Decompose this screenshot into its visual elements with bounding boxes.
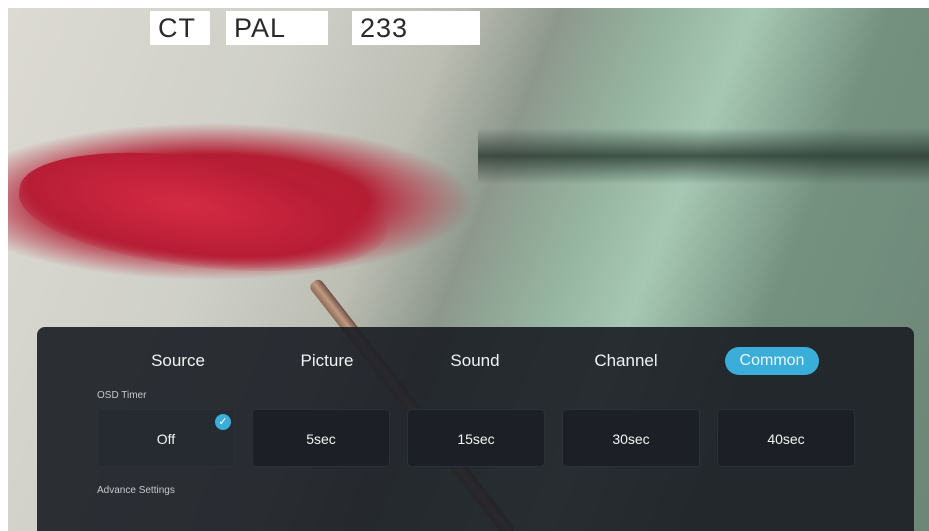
video-background-band <box>478 128 929 184</box>
menu-tabs: Source Picture Sound Channel Common <box>37 347 914 375</box>
osd-timer-option-30sec[interactable]: 30sec <box>562 409 700 467</box>
option-label: 30sec <box>612 431 650 447</box>
osd-timer-option-5sec[interactable]: 5sec <box>252 409 390 467</box>
tab-channel[interactable]: Channel <box>582 347 670 375</box>
option-label: Off <box>156 431 176 447</box>
settings-menu-panel: Source Picture Sound Channel Common OSD … <box>37 327 914 531</box>
check-icon: ✓ <box>215 414 231 430</box>
tab-picture[interactable]: Picture <box>287 347 367 375</box>
osd-timer-label: OSD Timer <box>97 390 147 401</box>
osd-ct-label: CT <box>150 11 210 45</box>
tab-sound[interactable]: Sound <box>437 347 513 375</box>
osd-timer-option-40sec[interactable]: 40sec <box>717 409 855 467</box>
osd-timer-option-15sec[interactable]: 15sec <box>407 409 545 467</box>
tab-source[interactable]: Source <box>137 347 219 375</box>
advance-settings-label[interactable]: Advance Settings <box>97 485 175 496</box>
osd-system-label: PAL <box>226 11 328 45</box>
osd-timer-option-off[interactable]: Off ✓ <box>97 409 235 467</box>
video-lips <box>12 132 394 294</box>
option-label: 40sec <box>767 431 805 447</box>
option-label: 15sec <box>457 431 495 447</box>
osd-channel-number: 233 <box>352 11 480 45</box>
option-label: 5sec <box>306 431 336 447</box>
tab-common[interactable]: Common <box>725 347 819 375</box>
